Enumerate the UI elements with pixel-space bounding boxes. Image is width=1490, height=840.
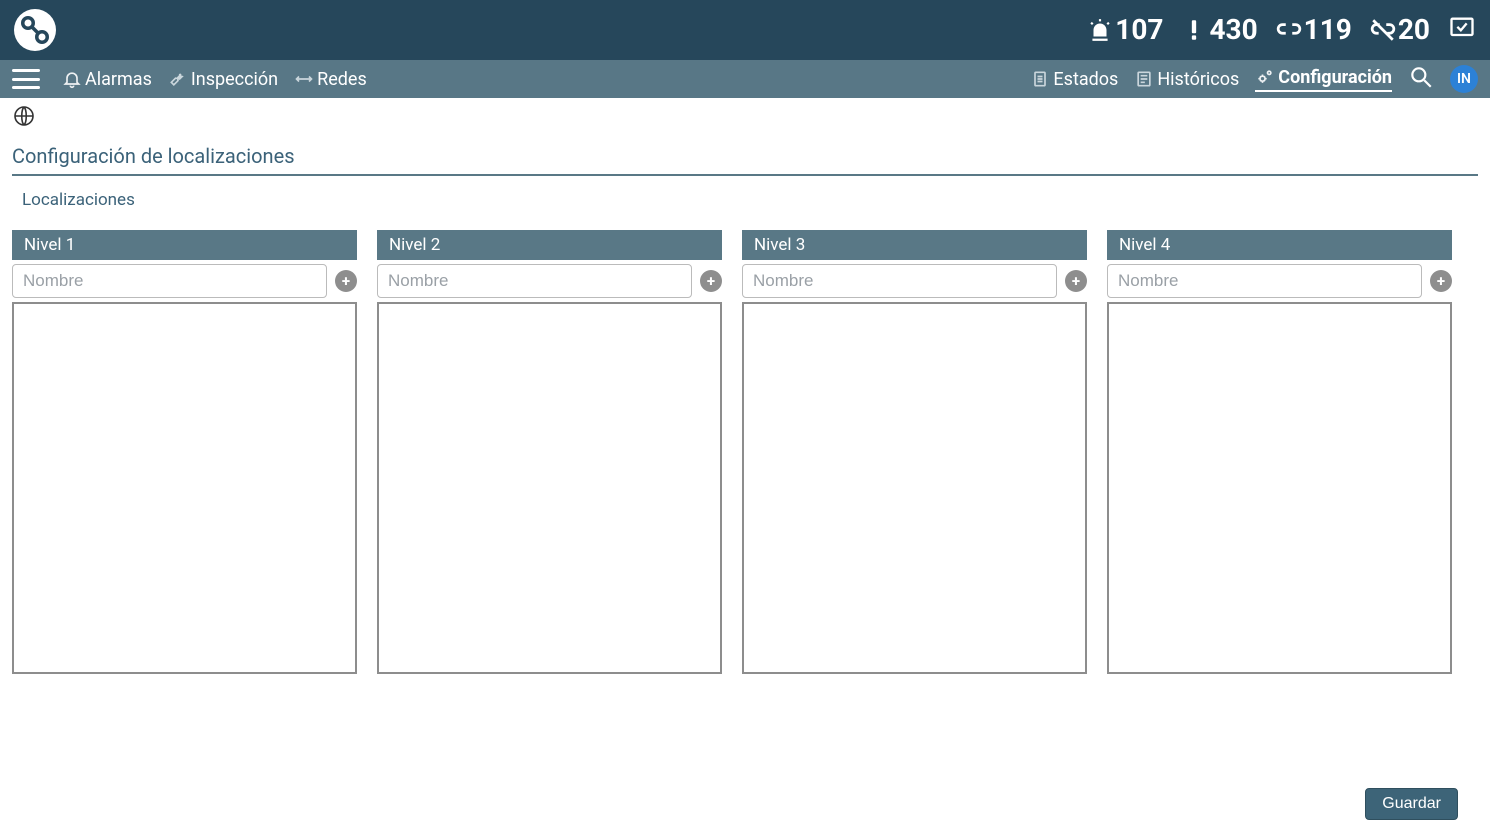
- clipboard-list-icon: [1030, 69, 1050, 89]
- nav-inspection[interactable]: Inspección: [168, 69, 278, 90]
- nav-history-label: Históricos: [1157, 69, 1239, 90]
- nav-config[interactable]: Configuración: [1255, 67, 1392, 92]
- level-header-4: Nivel 4: [1107, 230, 1452, 260]
- nav-history[interactable]: Históricos: [1134, 69, 1239, 90]
- plus-icon: +: [342, 274, 350, 289]
- stat-alarms[interactable]: 107: [1087, 16, 1163, 44]
- plus-icon: +: [707, 274, 715, 289]
- exclamation-icon: [1181, 17, 1207, 43]
- app-logo[interactable]: [14, 9, 56, 51]
- broken-link-icon: [1370, 17, 1396, 43]
- save-button[interactable]: Guardar: [1365, 788, 1458, 820]
- bell-icon: [62, 69, 82, 89]
- monitor-check-icon[interactable]: [1448, 14, 1476, 46]
- wrench-icon: [168, 69, 188, 89]
- plus-icon: +: [1072, 274, 1080, 289]
- page-title: Configuración de localizaciones: [12, 132, 1478, 176]
- level-header-2: Nivel 2: [377, 230, 722, 260]
- level-name-input-2[interactable]: [377, 264, 692, 298]
- level-add-button-3[interactable]: +: [1065, 270, 1087, 292]
- level-add-button-4[interactable]: +: [1430, 270, 1452, 292]
- stat-links-value: 119: [1304, 16, 1352, 44]
- nav-networks-label: Redes: [317, 69, 367, 90]
- level-list-2[interactable]: [377, 302, 722, 674]
- level-header-1: Nivel 1: [12, 230, 357, 260]
- stat-warnings[interactable]: 430: [1181, 16, 1257, 44]
- nav-config-label: Configuración: [1278, 67, 1392, 88]
- level-list-1[interactable]: [12, 302, 357, 674]
- level-column-4: Nivel 4 +: [1107, 230, 1452, 674]
- nav-alarms-label: Alarmas: [85, 69, 152, 90]
- nav-networks[interactable]: Redes: [294, 69, 367, 90]
- notepad-icon: [1134, 69, 1154, 89]
- level-name-input-4[interactable]: [1107, 264, 1422, 298]
- level-add-button-2[interactable]: +: [700, 270, 722, 292]
- link-icon: [1276, 17, 1302, 43]
- section-title: Localizaciones: [12, 176, 1482, 210]
- level-column-1: Nivel 1 +: [12, 230, 357, 674]
- level-name-input-1[interactable]: [12, 264, 327, 298]
- stat-broken-links-value: 20: [1398, 16, 1430, 44]
- user-avatar[interactable]: IN: [1450, 65, 1478, 93]
- level-list-4[interactable]: [1107, 302, 1452, 674]
- globe-icon: [12, 104, 36, 128]
- nav-inspection-label: Inspección: [191, 69, 278, 90]
- page-body: Configuración de localizaciones Localiza…: [0, 98, 1490, 840]
- nav-alarms[interactable]: Alarmas: [62, 69, 152, 90]
- levels-row: Nivel 1 + Nivel 2 + Nivel 3: [12, 210, 1482, 674]
- top-bar: 107 430 119 20: [0, 0, 1490, 60]
- level-column-2: Nivel 2 +: [377, 230, 722, 674]
- stat-links[interactable]: 119: [1276, 16, 1352, 44]
- level-column-3: Nivel 3 +: [742, 230, 1087, 674]
- alarm-light-icon: [1087, 17, 1113, 43]
- menu-button[interactable]: [12, 69, 40, 89]
- stat-warnings-value: 430: [1209, 16, 1257, 44]
- level-name-input-3[interactable]: [742, 264, 1057, 298]
- breadcrumb-globe[interactable]: [12, 104, 1482, 132]
- search-button[interactable]: [1408, 64, 1434, 94]
- search-icon: [1408, 64, 1434, 90]
- stat-alarms-value: 107: [1115, 16, 1163, 44]
- level-list-3[interactable]: [742, 302, 1087, 674]
- nav-strip: Alarmas Inspección Redes Estados H: [0, 60, 1490, 98]
- level-add-button-1[interactable]: +: [335, 270, 357, 292]
- user-initials: IN: [1457, 71, 1471, 87]
- gears-icon: [1255, 67, 1275, 87]
- arrows-h-icon: [294, 69, 314, 89]
- level-header-3: Nivel 3: [742, 230, 1087, 260]
- plus-icon: +: [1437, 274, 1445, 289]
- nav-states[interactable]: Estados: [1030, 69, 1118, 90]
- stat-broken-links[interactable]: 20: [1370, 16, 1430, 44]
- nav-states-label: Estados: [1053, 69, 1118, 90]
